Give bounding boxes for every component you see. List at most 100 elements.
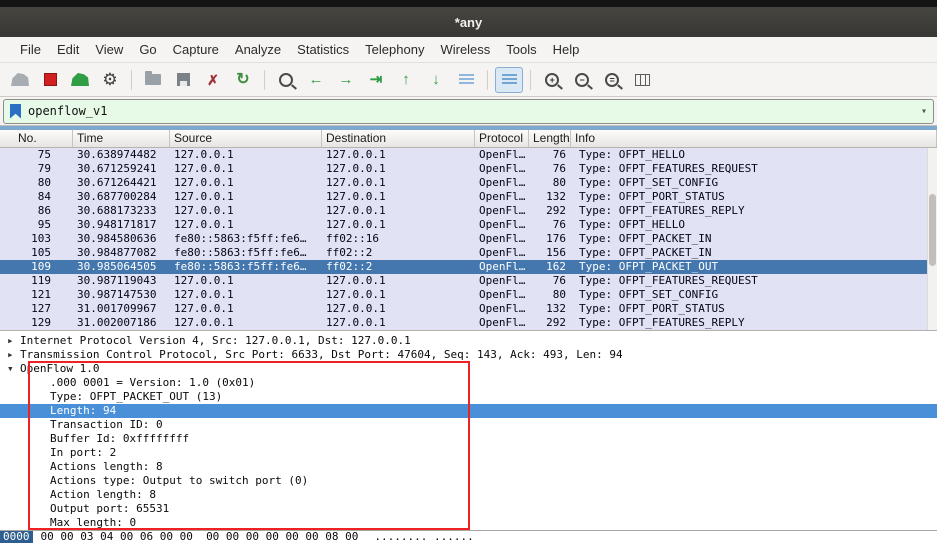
time-cell: 30.638974482: [77, 148, 157, 161]
source-cell: 127.0.0.1: [174, 148, 234, 161]
packet-detail-pane: ▸ Internet Protocol Version 4, Src: 127.0…: [0, 330, 937, 530]
hex-dump-pane[interactable]: 0000 00 00 03 04 00 06 00 00 00 00 00 00…: [0, 530, 937, 543]
packet-row[interactable]: 79 30.671259241 127.0.0.1 127.0.0.1 OpenFl… 7…: [0, 162, 937, 176]
titlebar[interactable]: *any: [0, 0, 937, 37]
openflow-field-in-port[interactable]: In port: 2: [0, 446, 937, 460]
detail-row-openflow[interactable]: ▾ OpenFlow 1.0: [0, 362, 937, 376]
protocol-cell: OpenFl…: [479, 246, 526, 259]
column-header-length[interactable]: Length: [529, 130, 571, 147]
menu-wireless[interactable]: Wireless: [432, 39, 498, 60]
column-header-source[interactable]: Source: [170, 130, 322, 147]
column-header-info[interactable]: Info: [571, 130, 937, 147]
hex-ascii[interactable]: ........ ......: [374, 531, 473, 543]
menu-help[interactable]: Help: [545, 39, 588, 60]
packet-row[interactable]: 95 30.948171817 127.0.0.1 127.0.0.1 OpenFl… 7…: [0, 218, 937, 232]
openflow-field-buffer-id[interactable]: Buffer Id: 0xffffffff: [0, 432, 937, 446]
zoom-out-button[interactable]: −: [568, 67, 596, 93]
packet-row[interactable]: 84 30.687700284 127.0.0.1 127.0.0.1 OpenFl… 1…: [0, 190, 937, 204]
packet-row-selected[interactable]: 109 30.985064505 fe80::5863:f5ff:fe6… ff02:…: [0, 260, 937, 274]
open-file-button[interactable]: [139, 67, 167, 93]
colorize-lines-icon: [501, 74, 517, 85]
protocol-cell: OpenFl…: [479, 302, 526, 315]
window-title: *any: [454, 15, 483, 30]
reload-button[interactable]: ↻: [229, 67, 257, 93]
packet-row[interactable]: 75 30.638974482 127.0.0.1 127.0.0.1 OpenFl… 7…: [0, 148, 937, 162]
column-header-destination[interactable]: Destination: [322, 130, 475, 147]
bookmark-icon[interactable]: [10, 103, 21, 119]
field-text: Length: 94: [50, 404, 117, 417]
go-forward-button[interactable]: →: [332, 67, 360, 93]
save-file-button[interactable]: [169, 67, 197, 93]
find-packet-button[interactable]: [272, 67, 300, 93]
openflow-field-output-port[interactable]: Output port: 65531: [0, 502, 937, 516]
openflow-field-max-length[interactable]: Max length: 0: [0, 516, 937, 530]
start-capture-button[interactable]: [6, 67, 34, 93]
packet-row[interactable]: 86 30.688173233 127.0.0.1 127.0.0.1 OpenFl… 2…: [0, 204, 937, 218]
resize-columns-button[interactable]: [628, 67, 656, 93]
packet-row[interactable]: 80 30.671264421 127.0.0.1 127.0.0.1 OpenFl… 8…: [0, 176, 937, 190]
go-to-packet-button[interactable]: ⇥: [362, 67, 390, 93]
menu-capture[interactable]: Capture: [165, 39, 227, 60]
openflow-field-actions-type[interactable]: Actions type: Output to switch port (0): [0, 474, 937, 488]
go-to-first-button[interactable]: ↑: [392, 67, 420, 93]
go-to-last-button[interactable]: ↓: [422, 67, 450, 93]
info-cell: Type: OFPT_FEATURES_REQUEST: [579, 162, 758, 175]
openflow-field-type[interactable]: Type: OFPT_PACKET_OUT (13): [0, 390, 937, 404]
auto-scroll-button[interactable]: [452, 67, 480, 93]
zoom-reset-icon: =: [605, 72, 619, 87]
packet-row[interactable]: 105 30.984877082 fe80::5863:f5ff:fe6… ff02:…: [0, 246, 937, 260]
packet-row[interactable]: 103 30.984580636 fe80::5863:f5ff:fe6… ff02:…: [0, 232, 937, 246]
packet-row[interactable]: 127 31.001709967 127.0.0.1 127.0.0.1 OpenFl……: [0, 302, 937, 316]
destination-cell: 127.0.0.1: [326, 176, 386, 189]
no-cell: 79: [37, 162, 51, 175]
menu-telephony[interactable]: Telephony: [357, 39, 432, 60]
packet-row[interactable]: 121 30.987147530 127.0.0.1 127.0.0.1 OpenFl……: [0, 288, 937, 302]
scrollbar-thumb[interactable]: [929, 194, 936, 266]
menu-analyze[interactable]: Analyze: [227, 39, 289, 60]
collapsed-arrow-icon[interactable]: ▸: [7, 334, 20, 348]
openflow-field-actions-length[interactable]: Actions length: 8: [0, 460, 937, 474]
colorize-packets-button[interactable]: [495, 66, 523, 93]
time-cell: 30.948171817: [77, 218, 157, 231]
arrow-down-icon: ↓: [432, 71, 440, 88]
packet-list-scrollbar[interactable]: [927, 148, 937, 330]
info-cell: Type: OFPT_HELLO: [579, 218, 685, 231]
no-cell: 86: [37, 204, 51, 217]
destination-cell: 127.0.0.1: [326, 190, 386, 203]
menu-go[interactable]: Go: [131, 39, 164, 60]
packet-row[interactable]: 119 30.987119043 127.0.0.1 127.0.0.1 OpenFl……: [0, 274, 937, 288]
detail-row-tcp[interactable]: ▸ Transmission Control Protocol, Src Port…: [0, 348, 937, 362]
expanded-arrow-icon[interactable]: ▾: [7, 362, 20, 376]
column-header-protocol[interactable]: Protocol: [475, 130, 529, 147]
stop-capture-button[interactable]: [36, 67, 64, 93]
close-file-button[interactable]: ✗: [199, 67, 227, 93]
destination-cell: 127.0.0.1: [326, 148, 386, 161]
openflow-field-version[interactable]: .000 0001 = Version: 1.0 (0x01): [0, 376, 937, 390]
zoom-reset-button[interactable]: =: [598, 67, 626, 93]
menu-view[interactable]: View: [87, 39, 131, 60]
destination-cell: 127.0.0.1: [326, 316, 386, 329]
detail-row-ipv4[interactable]: ▸ Internet Protocol Version 4, Src: 127.0…: [0, 334, 937, 348]
source-cell: fe80::5863:f5ff:fe6…: [174, 246, 307, 259]
hex-bytes[interactable]: 00 00 03 04 00 06 00 00 00 00 00 00 00 0…: [41, 531, 359, 543]
openflow-field-length-selected[interactable]: Length: 94: [0, 404, 937, 418]
openflow-field-action-length[interactable]: Action length: 8: [0, 488, 937, 502]
menu-statistics[interactable]: Statistics: [289, 39, 357, 60]
openflow-field-transaction-id[interactable]: Transaction ID: 0: [0, 418, 937, 432]
collapsed-arrow-icon[interactable]: ▸: [7, 348, 20, 362]
zoom-out-icon: −: [575, 72, 589, 87]
go-back-button[interactable]: ←: [302, 67, 330, 93]
restart-capture-button[interactable]: [66, 67, 94, 93]
length-cell: 76: [552, 148, 566, 161]
menu-tools[interactable]: Tools: [498, 39, 544, 60]
capture-options-button[interactable]: ⚙: [96, 67, 124, 93]
packet-row[interactable]: 129 31.002007186 127.0.0.1 127.0.0.1 OpenFl……: [0, 316, 937, 330]
display-filter-input[interactable]: openflow_v1 ▾: [3, 98, 934, 124]
zoom-in-button[interactable]: +: [538, 67, 566, 93]
column-header-no[interactable]: No.: [0, 130, 73, 147]
menu-file[interactable]: File: [12, 39, 49, 60]
menu-edit[interactable]: Edit: [49, 39, 87, 60]
source-cell: 127.0.0.1: [174, 274, 234, 287]
column-header-time[interactable]: Time: [73, 130, 170, 147]
chevron-down-icon[interactable]: ▾: [921, 106, 927, 117]
